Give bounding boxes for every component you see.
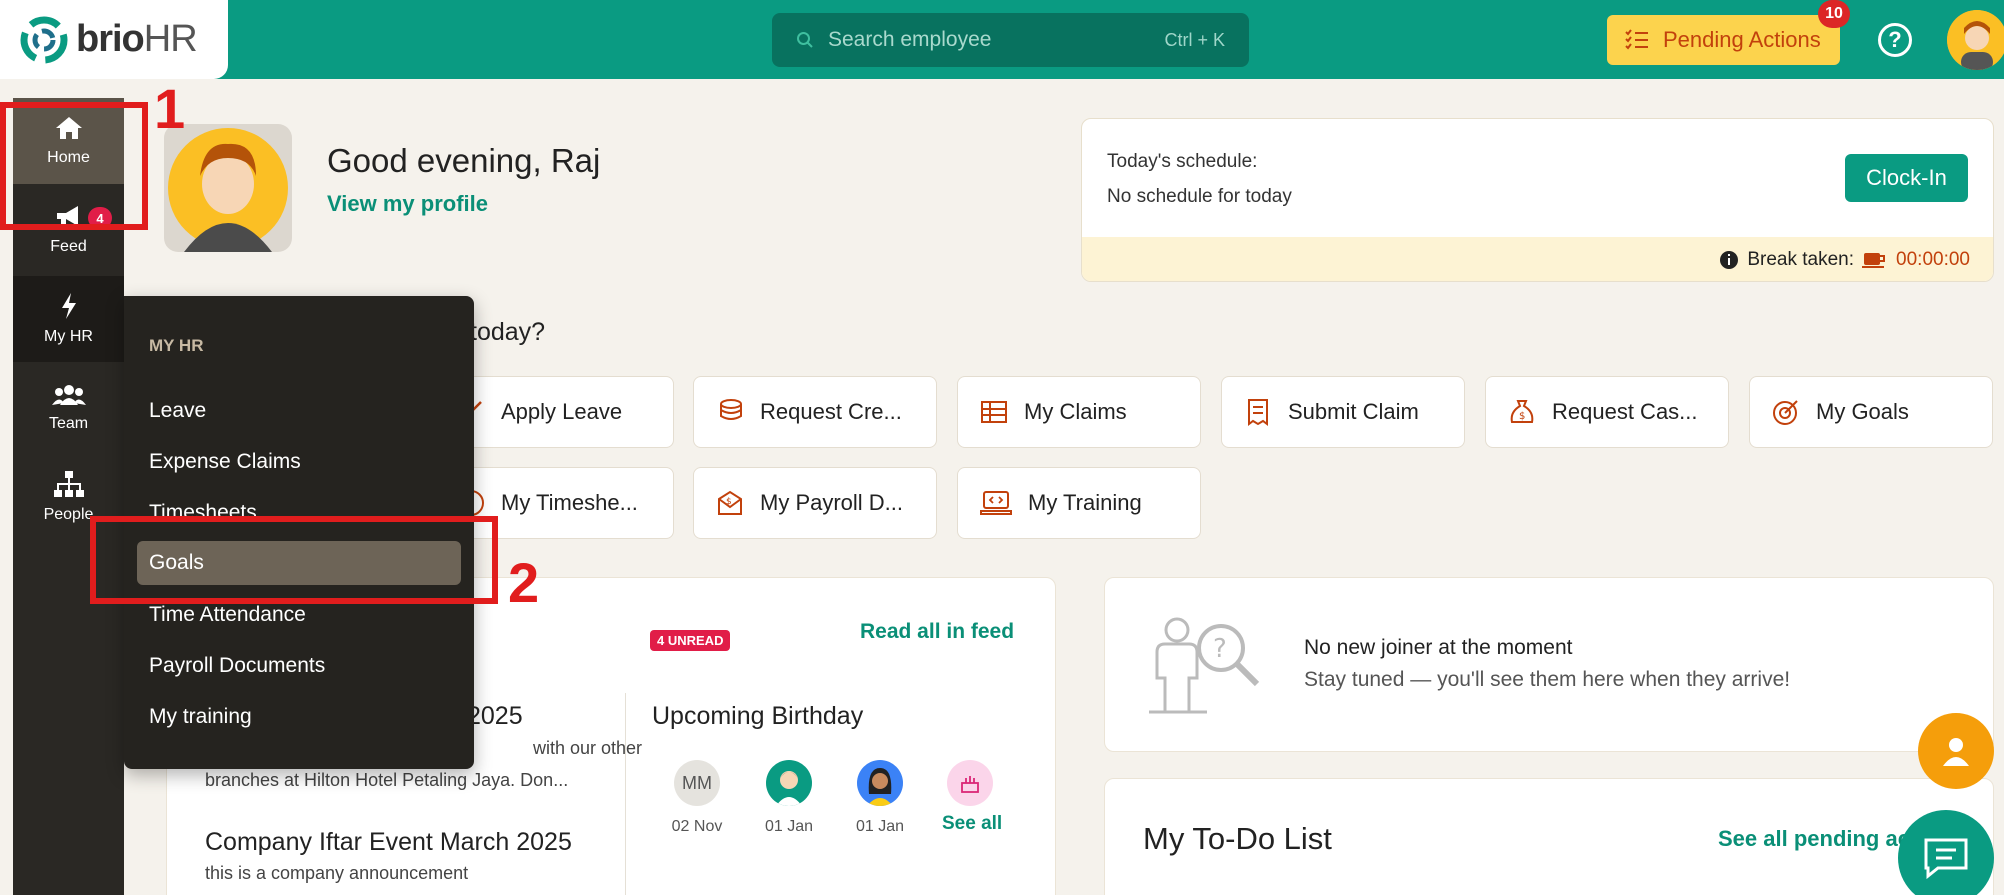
menu-item-time-attendance[interactable]: Time Attendance <box>149 603 306 627</box>
bolt-icon <box>61 293 76 319</box>
my-claims-tile[interactable]: My Claims <box>957 376 1201 448</box>
person-search-icon: ? <box>1149 617 1260 714</box>
annotation-box-1 <box>0 102 148 230</box>
greeting-text: Good evening, Raj <box>327 142 601 179</box>
person-avatar-icon <box>857 760 903 806</box>
pending-actions-button[interactable]: Pending Actions <box>1607 15 1840 65</box>
announcement-excerpt: branches at Hilton Hotel Petaling Jaya. … <box>205 770 569 790</box>
todo-title: My To-Do List <box>1143 821 1332 856</box>
menu-header: MY HR <box>149 336 204 355</box>
help-icon[interactable]: ? <box>1878 23 1912 57</box>
menu-item-payroll-documents[interactable]: Payroll Documents <box>149 654 325 678</box>
receipt-icon <box>1248 399 1268 426</box>
birthday-person[interactable]: 01 Jan <box>840 760 920 836</box>
sidebar-item-label: Team <box>48 415 89 432</box>
my-payroll-documents-tile[interactable]: $ My Payroll D... <box>693 467 937 539</box>
quick-actions-heading: today? <box>470 318 546 346</box>
svg-text:?: ? <box>1213 634 1227 664</box>
view-profile-link[interactable]: View my profile <box>327 191 488 217</box>
chat-button[interactable] <box>1898 810 1994 895</box>
break-label: Break taken: <box>1747 249 1855 270</box>
my-goals-tile[interactable]: My Goals <box>1749 376 1993 448</box>
money-bag-icon: $ <box>1510 400 1534 423</box>
read-all-link[interactable]: Read all in feed <box>860 620 1014 644</box>
menu-item-expense-claims[interactable]: Expense Claims <box>149 450 301 474</box>
search-icon <box>797 32 813 48</box>
birthday-date: 01 Jan <box>855 818 905 835</box>
person-avatar-icon <box>766 760 812 806</box>
annotation-box-2 <box>90 516 498 604</box>
employee-search[interactable]: Search employee Ctrl + K <box>772 13 1249 67</box>
sidebar-item-team[interactable]: Team <box>13 365 124 451</box>
brand-name: brioHR <box>76 18 198 60</box>
sidebar-item-label: People <box>43 506 94 523</box>
no-joiner-title: No new joiner at the moment <box>1304 636 1573 659</box>
annotation-step-2: 2 <box>508 551 540 614</box>
brio-logo-icon <box>20 16 68 63</box>
checklist-icon <box>1625 29 1648 50</box>
cake-icon[interactable] <box>947 760 993 806</box>
schedule-label: Today's schedule: <box>1107 151 1258 172</box>
clock-in-button[interactable]: Clock-In <box>1845 154 1968 202</box>
chat-icon <box>1924 838 1968 880</box>
break-bar: Break taken: 00:00:00 <box>1082 237 1993 281</box>
see-all-pending-link[interactable]: See all pending ac <box>1718 826 1910 852</box>
sidebar-item-label: Feed <box>50 238 87 255</box>
see-all-birthdays-link[interactable]: See all <box>942 813 1002 835</box>
birthday-date: 01 Jan <box>764 818 814 835</box>
upcoming-birthday-title: Upcoming Birthday <box>652 702 864 730</box>
target-icon <box>1773 400 1798 425</box>
laptop-code-icon <box>980 491 1012 515</box>
announcement-title[interactable]: Company Iftar Event March 2025 <box>205 828 572 857</box>
coffee-cup-icon <box>1862 253 1886 268</box>
payroll-envelope-icon: $ <box>718 490 742 515</box>
break-time: 00:00:00 <box>1896 249 1970 270</box>
birthday-person[interactable]: MM 02 Nov <box>657 760 737 836</box>
new-joiner-card: ? No new joiner at the moment Stay tuned… <box>1104 577 1994 752</box>
profile-fab-button[interactable] <box>1918 713 1994 789</box>
profile-picture <box>164 124 292 252</box>
table-icon <box>981 401 1007 423</box>
menu-item-leave[interactable]: Leave <box>149 399 206 423</box>
request-credit-tile[interactable]: Request Cre... <box>693 376 937 448</box>
unread-badge: 4 UNREAD <box>650 630 731 651</box>
user-icon <box>1943 738 1969 766</box>
users-icon <box>51 385 86 405</box>
profile-avatar-icon <box>168 128 288 252</box>
no-joiner-subtitle: Stay tuned — you'll see them here when t… <box>1304 668 1791 691</box>
schedule-value: No schedule for today <box>1107 186 1292 207</box>
search-placeholder: Search employee <box>828 28 992 51</box>
schedule-card: Today's schedule: No schedule for today … <box>1081 118 1994 282</box>
annotation-step-1: 1 <box>154 77 186 140</box>
announcement-excerpt: this is a company announcement <box>205 863 469 883</box>
brand-logo[interactable]: brioHR <box>0 0 228 79</box>
sidebar-item-my-hr[interactable]: My HR <box>13 276 124 362</box>
announcement-title[interactable]: 2025 <box>467 702 523 731</box>
search-shortcut: Ctrl + K <box>1164 29 1225 50</box>
svg-text:$: $ <box>1519 411 1525 422</box>
sidebar-item-label: My HR <box>44 328 93 345</box>
menu-item-my-training[interactable]: My training <box>149 705 252 729</box>
my-training-tile[interactable]: My Training <box>957 467 1201 539</box>
initials-avatar: MM <box>674 760 720 806</box>
submit-claim-tile[interactable]: Submit Claim <box>1221 376 1465 448</box>
todo-card: My To-Do List See all pending ac <box>1104 778 1994 895</box>
birthday-date: 02 Nov <box>671 818 723 835</box>
coins-icon <box>720 399 742 420</box>
info-icon <box>1720 251 1739 269</box>
pending-count-badge: 10 <box>1818 0 1850 28</box>
org-chart-icon <box>53 471 84 497</box>
svg-text:$: $ <box>726 497 732 507</box>
request-cash-tile[interactable]: $ Request Cas... <box>1485 376 1729 448</box>
divider <box>625 693 626 895</box>
user-avatar[interactable] <box>1947 10 2004 70</box>
birthday-person[interactable]: 01 Jan <box>749 760 829 836</box>
avatar-illustration-icon <box>1947 10 2004 70</box>
pending-actions-label: Pending Actions <box>1663 27 1821 52</box>
